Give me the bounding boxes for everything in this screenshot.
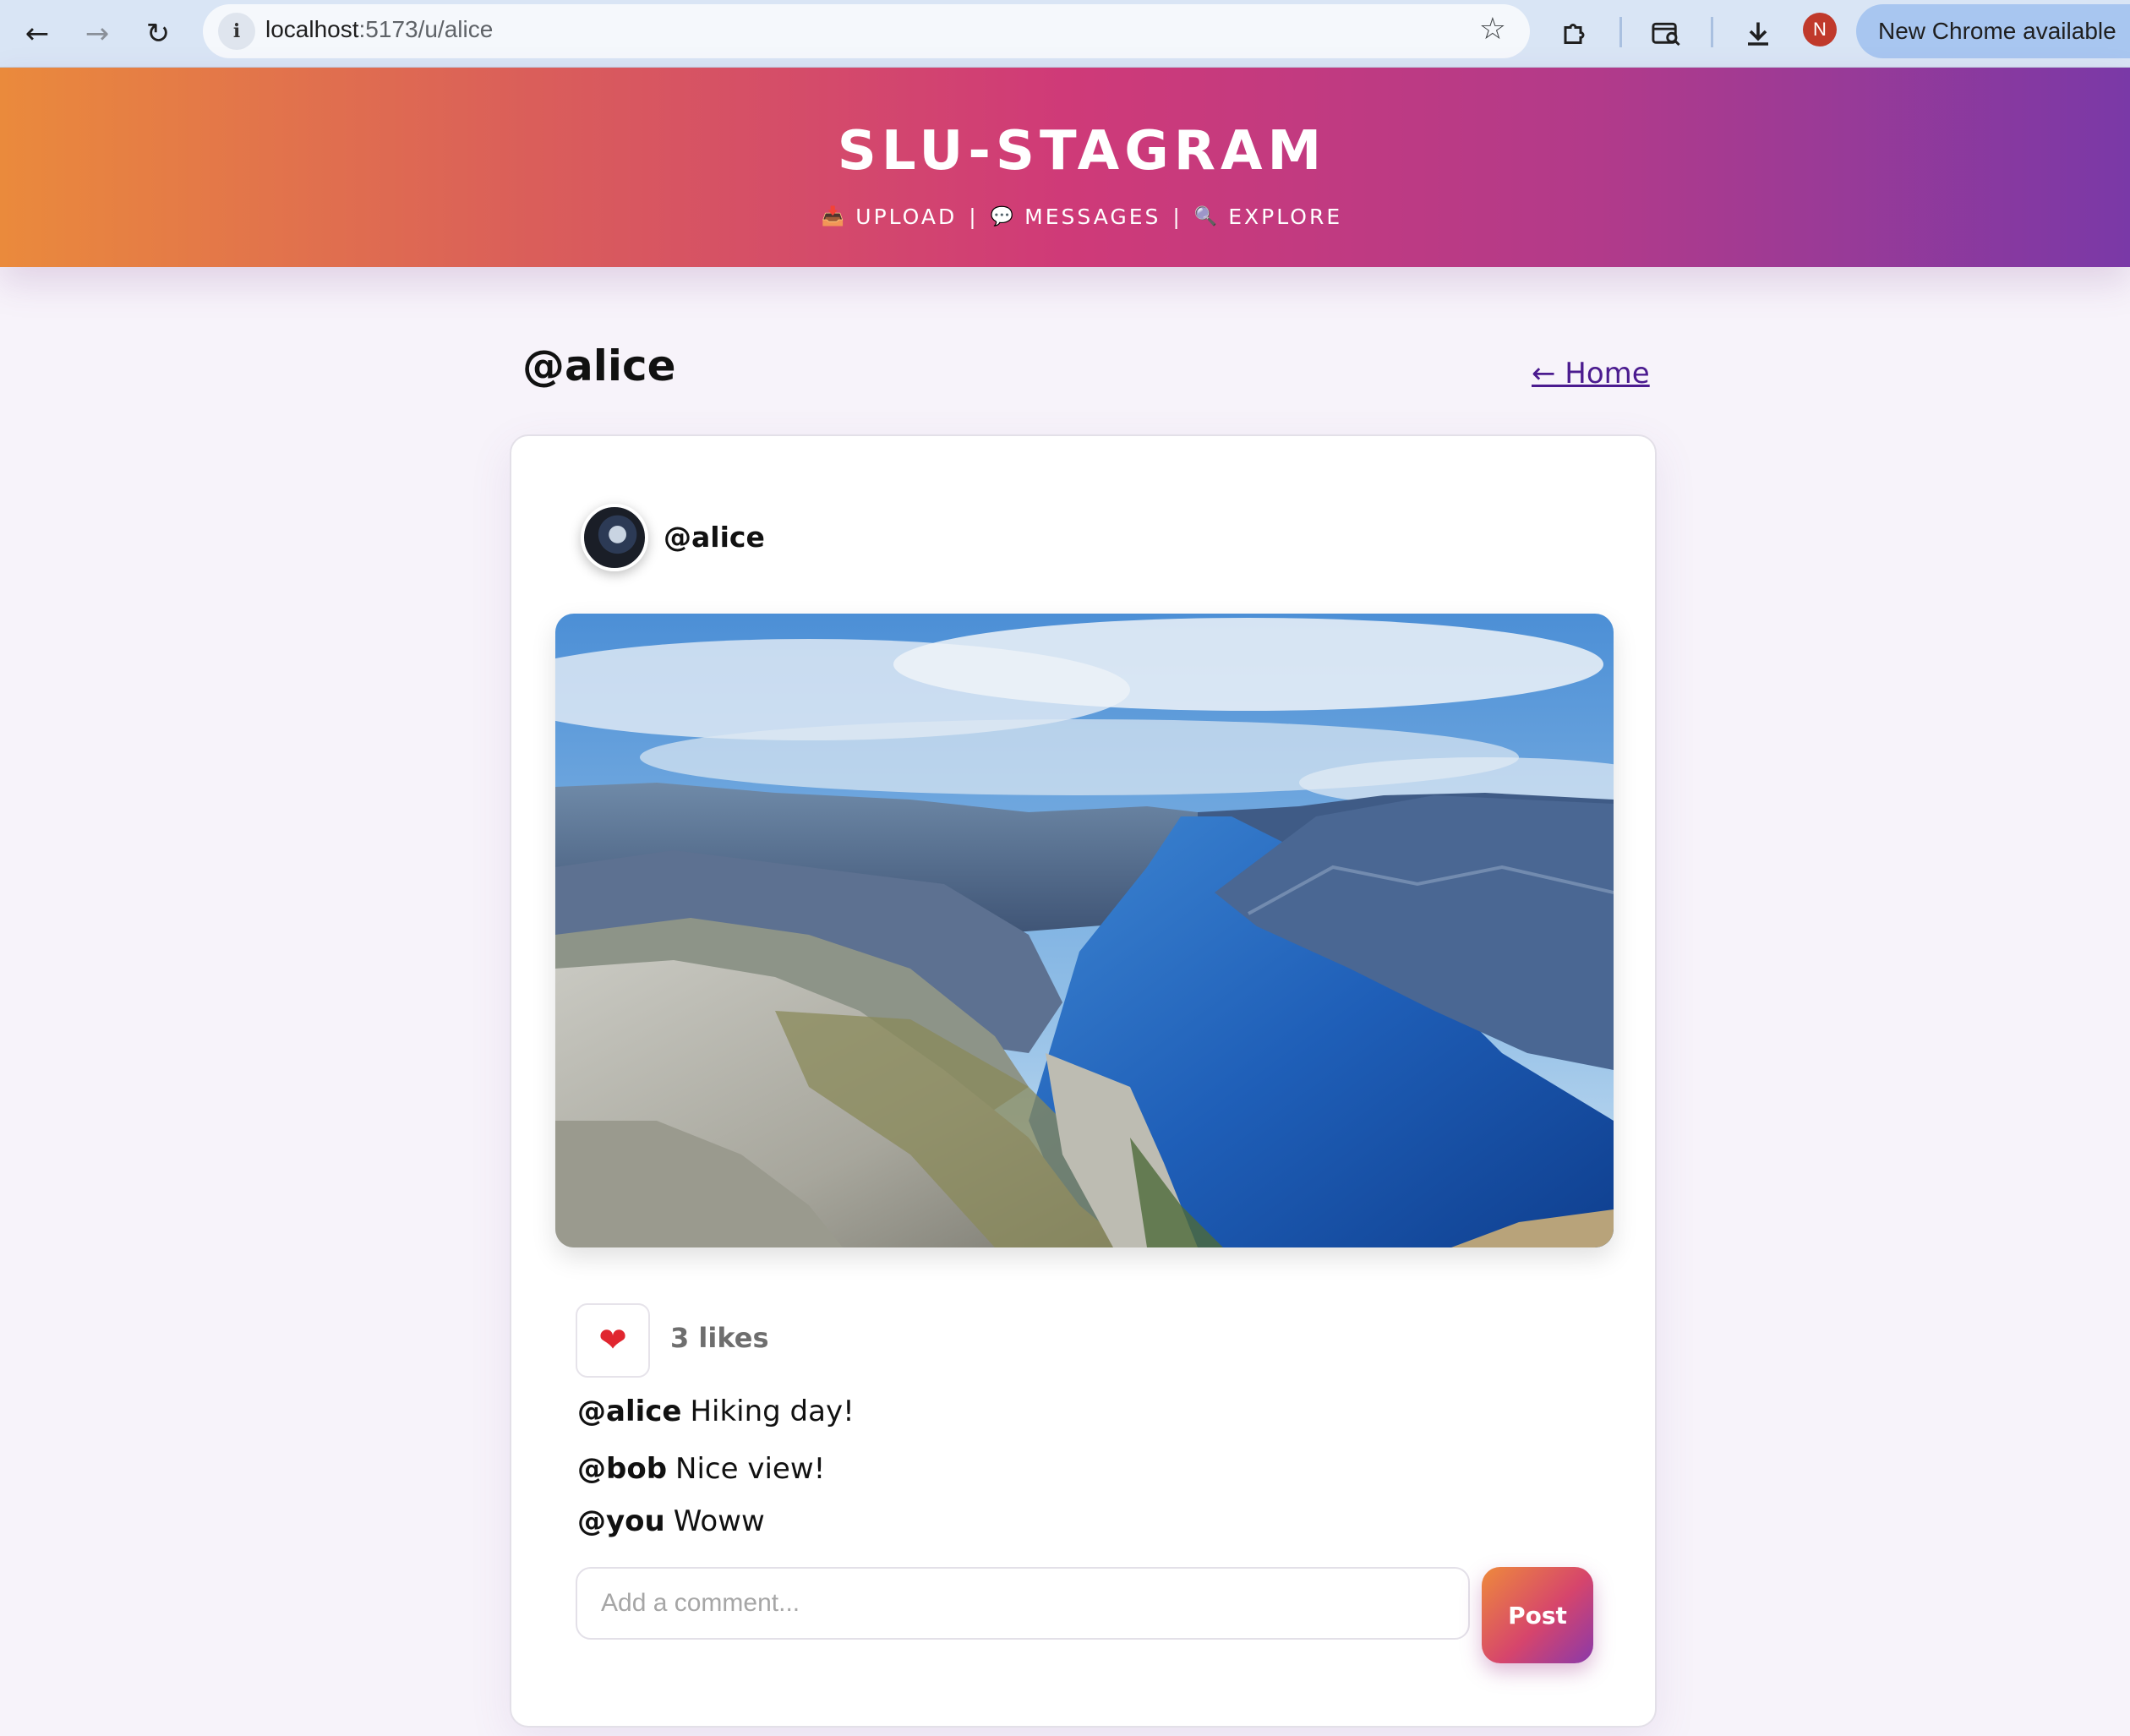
- nav-separator: |: [969, 205, 979, 229]
- star-icon[interactable]: ☆: [1479, 12, 1506, 46]
- info-icon[interactable]: i: [218, 13, 255, 50]
- comment: @you Woww: [577, 1504, 765, 1538]
- chrome-update-button[interactable]: New Chrome available: [1856, 4, 2130, 58]
- post-author[interactable]: @alice: [664, 521, 765, 554]
- url-path: :5173/u/alice: [358, 16, 494, 42]
- nav-upload[interactable]: 📥 UPLOAD: [822, 205, 957, 229]
- comment-user[interactable]: @bob: [577, 1452, 667, 1486]
- browser-toolbar: ← → ↻ i localhost:5173/u/alice ☆ N New C…: [0, 0, 2130, 68]
- likes-count: 3 likes: [670, 1322, 769, 1354]
- heart-icon: ❤: [598, 1321, 627, 1360]
- nav-messages-label: MESSAGES: [1024, 205, 1161, 229]
- comment-text: Woww: [673, 1504, 765, 1538]
- nav-messages[interactable]: 💬 MESSAGES: [991, 205, 1161, 229]
- nav-separator: |: [1172, 205, 1182, 229]
- inbox-tray-icon: 📥: [821, 206, 848, 227]
- address-bar-url[interactable]: localhost:5173/u/alice: [265, 16, 493, 43]
- home-link[interactable]: ← Home: [1532, 357, 1650, 390]
- comment: @bob Nice view!: [577, 1452, 825, 1486]
- puzzle-icon[interactable]: [1550, 8, 1601, 59]
- brand-title[interactable]: SLU-STAGRAM: [0, 120, 2130, 183]
- download-icon[interactable]: [1733, 8, 1783, 59]
- like-button[interactable]: ❤: [576, 1303, 650, 1378]
- nav-upload-label: UPLOAD: [855, 205, 958, 229]
- nav-explore[interactable]: 🔍 EXPLORE: [1194, 205, 1342, 229]
- post-photo[interactable]: [555, 614, 1614, 1247]
- post-card: @alice ❤ 3 likes @alice Hiking day! @bob…: [510, 434, 1657, 1728]
- back-arrow-icon[interactable]: ←: [12, 8, 63, 59]
- toolbar-divider: [1619, 17, 1622, 47]
- caption-user[interactable]: @alice: [577, 1395, 681, 1428]
- reload-icon[interactable]: ↻: [133, 8, 183, 59]
- comment-text: Nice view!: [675, 1452, 826, 1486]
- profile-avatar[interactable]: N: [1803, 13, 1837, 46]
- url-host: localhost: [265, 16, 359, 42]
- toolbar-divider: [1711, 17, 1713, 47]
- avatar[interactable]: [581, 504, 648, 571]
- app-nav: 📥 UPLOAD | 💬 MESSAGES | 🔍 EXPLORE: [0, 205, 2130, 229]
- nav-explore-label: EXPLORE: [1228, 205, 1343, 229]
- forward-arrow-icon[interactable]: →: [72, 8, 123, 59]
- app-header: SLU-STAGRAM 📥 UPLOAD | 💬 MESSAGES | 🔍 EX…: [0, 68, 2130, 267]
- comment-input[interactable]: [576, 1567, 1470, 1640]
- speech-bubble-icon: 💬: [990, 206, 1017, 227]
- page-title: @alice: [522, 341, 676, 390]
- tab-search-icon[interactable]: [1641, 8, 1692, 59]
- comment-user[interactable]: @you: [577, 1504, 665, 1538]
- post-caption: @alice Hiking day!: [577, 1395, 855, 1428]
- magnifier-icon: 🔍: [1193, 206, 1221, 227]
- address-bar[interactable]: i localhost:5173/u/alice ☆: [203, 4, 1530, 58]
- caption-text: Hiking day!: [690, 1395, 855, 1428]
- post-comment-button[interactable]: Post: [1482, 1567, 1593, 1663]
